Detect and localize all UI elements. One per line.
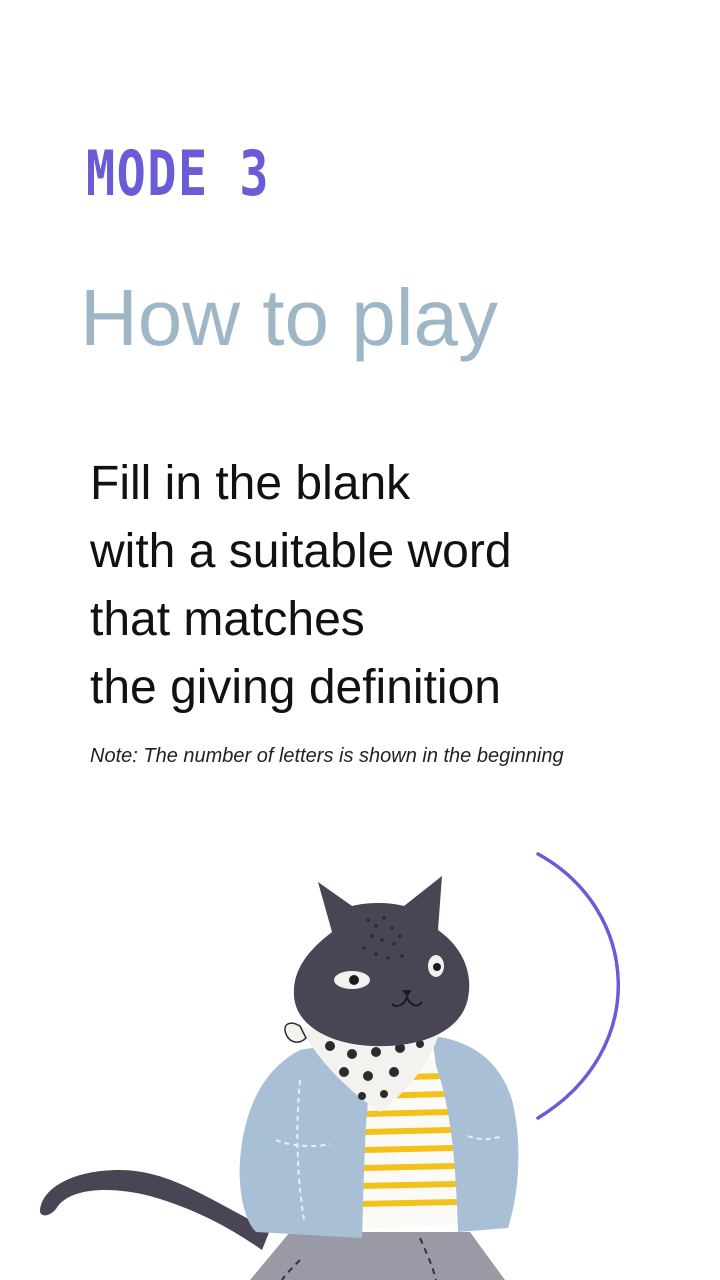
how-to-play-screen: MODE 3 How to play Fill in the blank wit… — [0, 0, 720, 1280]
instructions-text: Fill in the blank with a suitable word t… — [90, 450, 690, 722]
accent-arc — [536, 852, 620, 1120]
instruction-line: that matches — [90, 593, 365, 646]
page-title: How to play — [80, 273, 498, 362]
cat-tail — [40, 1170, 270, 1250]
cat-pants — [250, 1232, 505, 1280]
letters-note: Note: The number of letters is shown in … — [90, 745, 564, 767]
instruction-line: with a suitable word — [90, 525, 512, 578]
instruction-line: Fill in the blank — [90, 457, 411, 510]
cat-illustration — [40, 852, 620, 1280]
mode-label: MODE 3 — [86, 137, 271, 210]
instruction-line: the giving definition — [90, 661, 501, 714]
